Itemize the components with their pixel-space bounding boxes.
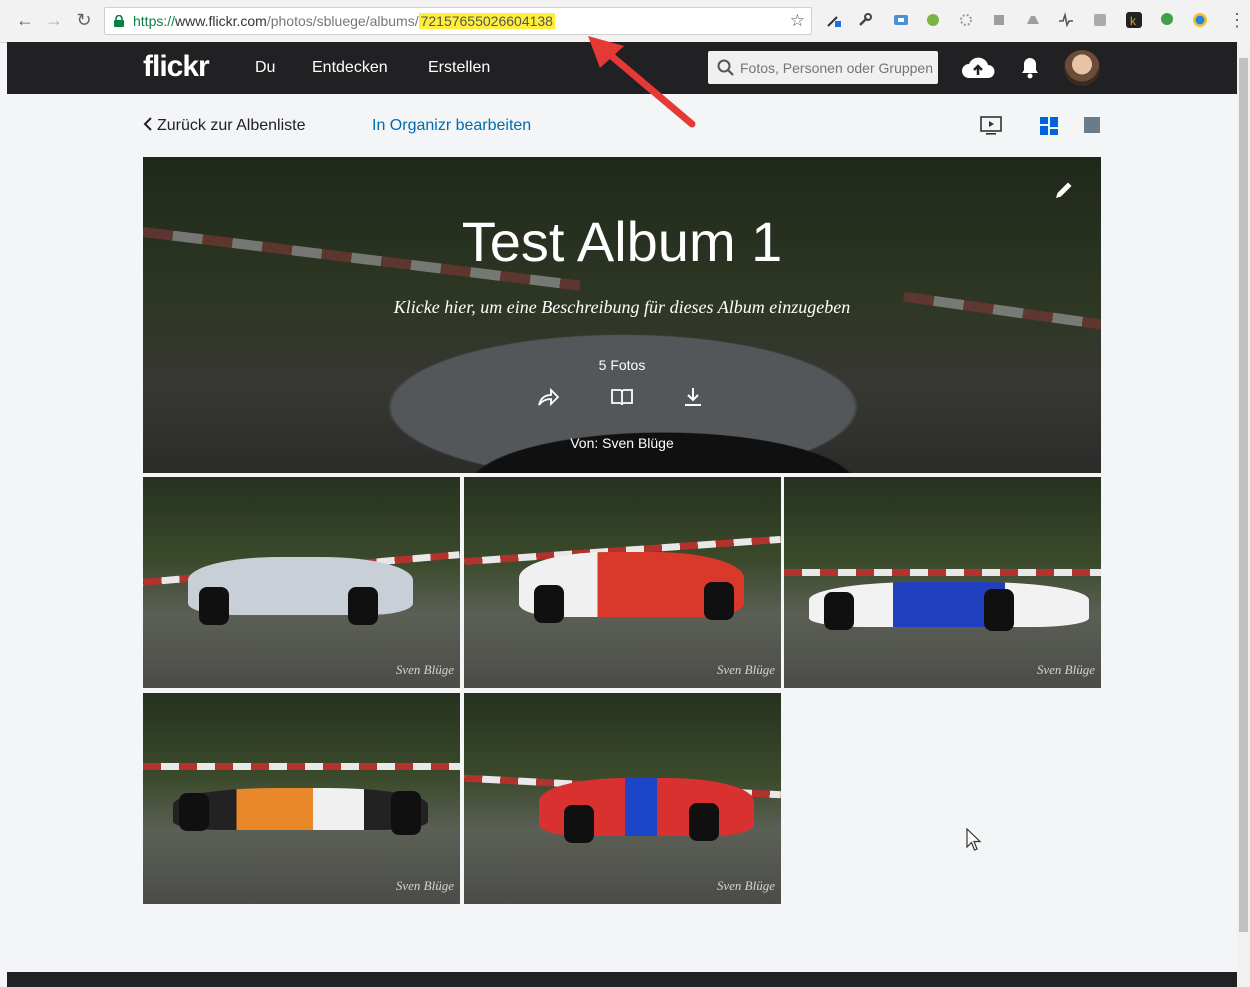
nav-entdecken[interactable]: Entdecken [312,59,388,77]
browser-menu-icon[interactable]: ⋮ [1226,9,1248,31]
album-title[interactable]: Test Album 1 [143,209,1101,274]
search-icon[interactable] [717,59,735,77]
grid-view-icon[interactable] [1039,116,1059,136]
url-host: www.flickr.com [175,13,267,29]
back-link-label: Zurück zur Albenliste [157,117,306,134]
photo-wheel [689,803,719,841]
photo-signature: Sven Blüge [395,878,454,893]
photo-barrier [143,763,460,770]
chevron-left-icon [143,117,152,131]
photo-signature: Sven Blüge [1036,662,1095,677]
album-cover[interactable]: Test Album 1 Klicke hier, um eine Beschr… [143,157,1101,473]
gear-extension-icon[interactable] [958,12,974,28]
back-to-albums-link[interactable]: Zurück zur Albenliste [143,117,306,135]
search-input[interactable] [740,51,936,84]
flickr-logo[interactable]: flickr [143,50,210,84]
wrench-extension-icon[interactable] [857,12,873,28]
photo-wheel [704,582,734,620]
photo-wheel [391,791,421,835]
nav-erstellen[interactable]: Erstellen [428,59,490,77]
save-extension-icon[interactable] [1092,12,1108,28]
lock-icon [114,15,124,27]
url-path: /photos/sbluege/albums/ [266,13,419,29]
album-owner[interactable]: Von: Sven Blüge [143,435,1101,451]
photo-wheel [564,805,594,843]
pulse-extension-icon[interactable] [1058,12,1074,28]
reload-icon[interactable]: ↻ [73,9,95,31]
eyedropper-extension-icon[interactable] [826,12,842,28]
album-description[interactable]: Klicke hier, um eine Beschreibung für di… [143,297,1101,318]
k-extension-icon[interactable]: k [1126,12,1142,28]
photo-wheel [348,587,378,625]
photo-signature: Sven Blüge [716,662,775,677]
photo-wheel [534,585,564,623]
nav-du[interactable]: Du [255,59,275,77]
photo-thumbnail-5[interactable]: Sven Blüge [464,693,781,904]
list-extension-icon[interactable] [991,12,1007,28]
photo-thumbnail-1[interactable]: Sven Blüge [143,477,460,688]
download-icon[interactable] [681,385,705,409]
photo-wheel [824,592,854,630]
flickr-footer [7,972,1237,987]
photo-wheel [199,587,229,625]
photo-car [173,788,428,830]
photo-wheel [179,793,209,831]
photo-signature: Sven Blüge [716,878,775,893]
photo-thumbnail-4[interactable]: Sven Blüge [143,693,460,904]
forward-arrow-icon[interactable]: → [43,9,65,31]
photo-barrier [784,569,1101,576]
d-extension-icon[interactable] [1192,12,1208,28]
avatar[interactable] [1064,50,1100,86]
single-view-icon[interactable] [1083,116,1101,134]
url-protocol: https:// [133,13,176,29]
notification-bell-icon[interactable] [1019,54,1041,80]
page-scrollbar[interactable] [1237,42,1250,987]
bookmark-star-icon[interactable]: ☆ [790,11,805,31]
evernote-extension-icon[interactable] [1159,12,1175,28]
annotation-arrow-icon [588,36,696,128]
address-bar[interactable]: https://www.flickr.com/photos/sbluege/al… [104,7,812,35]
back-arrow-icon[interactable]: ← [14,9,36,31]
scrollbar-thumb[interactable] [1239,58,1248,932]
photo-wheel [984,589,1014,631]
photo-signature: Sven Blüge [395,662,454,677]
search-box [708,51,938,84]
drive-extension-icon[interactable] [1025,12,1041,28]
photo-thumbnail-3[interactable]: Sven Blüge [784,477,1101,688]
photo-count: 5 Fotos [598,357,646,373]
edit-in-organizr-link[interactable]: In Organizr bearbeiten [372,117,531,135]
edit-pencil-icon[interactable] [1053,179,1075,201]
mouse-cursor-icon [966,828,982,851]
slideshow-icon[interactable] [980,116,1002,136]
url-album-id: 72157655026604138 [418,13,555,29]
share-icon[interactable] [536,385,560,409]
url-text: https://www.flickr.com/photos/sbluege/al… [133,13,555,29]
android-extension-icon[interactable] [925,12,941,28]
photo-thumbnail-2[interactable]: Sven Blüge [464,477,781,688]
screen-extension-icon[interactable] [893,12,909,28]
upload-cloud-icon[interactable] [961,54,995,82]
photobook-icon[interactable] [610,385,634,409]
svg-text:k: k [1130,14,1137,28]
